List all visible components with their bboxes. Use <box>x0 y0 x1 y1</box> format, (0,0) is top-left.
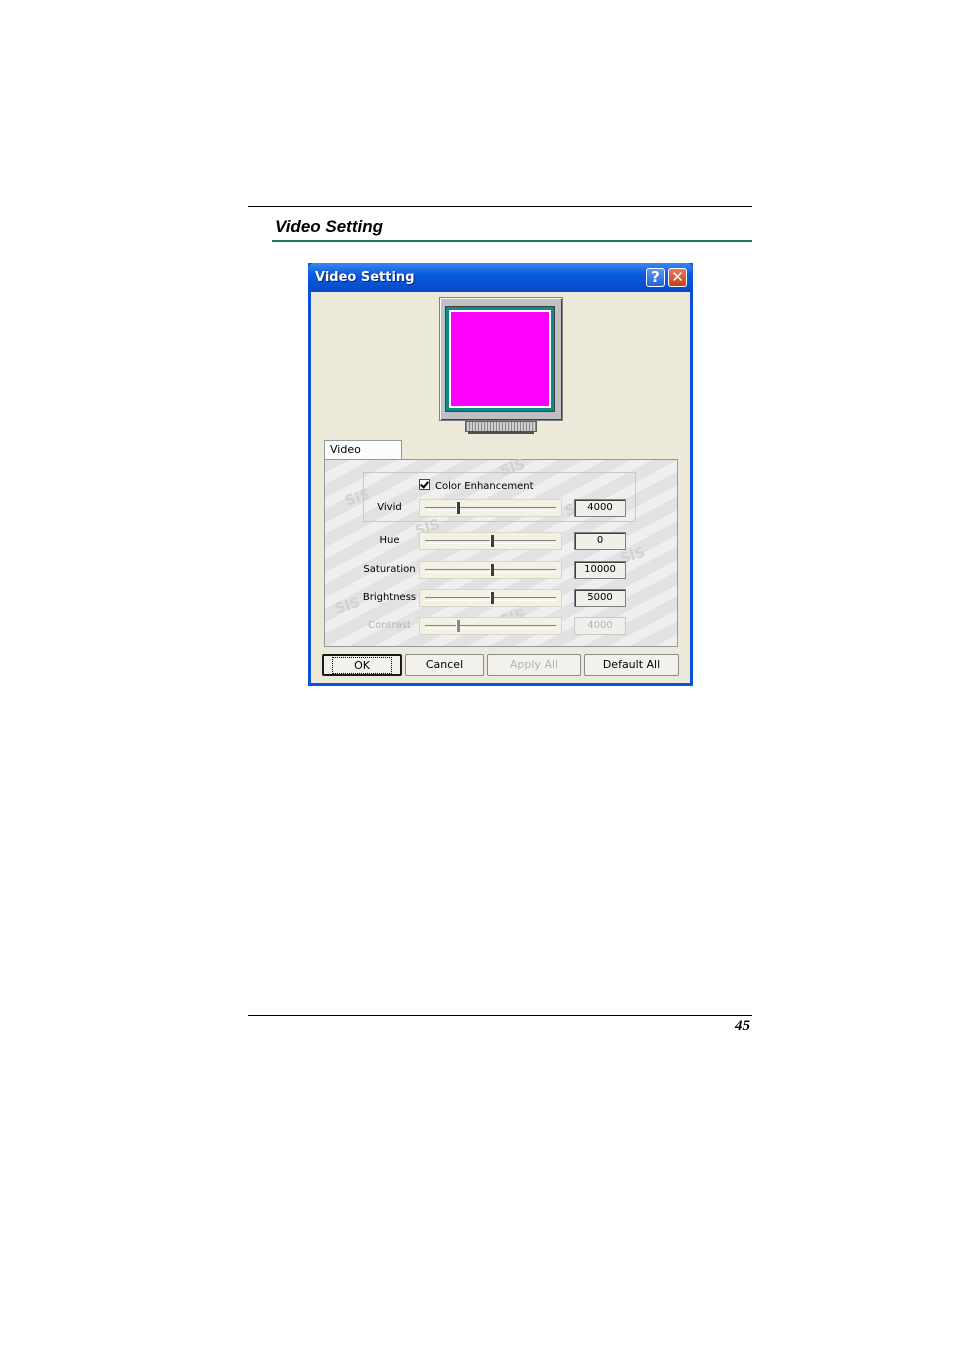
tab-video-controls[interactable]: Video Controls <box>324 440 402 474</box>
bottom-rule <box>248 1015 752 1016</box>
ok-button[interactable]: OK <box>322 654 402 676</box>
contrast-value-field: 4000 <box>574 617 626 635</box>
section-title: Video Setting <box>275 217 383 236</box>
title-underline <box>272 240 752 242</box>
monitor-preview-icon <box>439 297 563 421</box>
slider-thumb[interactable] <box>489 564 494 576</box>
video-setting-dialog: Video Setting ? ✕ Video Controls SIS SIS… <box>308 263 693 686</box>
slider-track <box>425 625 556 629</box>
vivid-value-field[interactable]: 4000 <box>574 499 626 517</box>
brightness-value-field[interactable]: 5000 <box>574 589 626 607</box>
preview-screen <box>451 312 549 406</box>
hue-value-field[interactable]: 0 <box>574 532 626 550</box>
color-enhancement-label: Color Enhancement <box>435 481 534 492</box>
dialog-client-area: Video Controls SIS SIS SIS SIS SIS SIS S… <box>311 292 690 683</box>
monitor-base <box>468 431 534 434</box>
slider-thumb[interactable] <box>456 502 461 514</box>
close-icon[interactable]: ✕ <box>668 268 687 287</box>
cancel-button[interactable]: Cancel <box>405 654 484 676</box>
color-enhancement-checkbox[interactable]: Color Enhancement <box>419 479 534 492</box>
slider-track <box>425 507 556 511</box>
hue-slider[interactable] <box>419 532 562 550</box>
apply-all-button[interactable]: Apply All <box>487 654 581 676</box>
slider-thumb <box>456 620 461 632</box>
vivid-slider[interactable] <box>419 499 562 517</box>
title-bar[interactable]: Video Setting ? ✕ <box>308 263 693 292</box>
page-number: 45 <box>735 1018 750 1034</box>
ok-button-label: OK <box>332 657 392 674</box>
dialog-title: Video Setting <box>315 270 415 285</box>
video-controls-panel: SIS SIS SIS SIS SIS SIS SIS Color Enhanc… <box>324 456 678 647</box>
brightness-slider[interactable] <box>419 589 562 607</box>
monitor-screen-frame <box>445 306 555 412</box>
saturation-slider[interactable] <box>419 561 562 579</box>
slider-thumb[interactable] <box>489 535 494 547</box>
help-icon[interactable]: ? <box>646 268 665 287</box>
top-rule <box>248 206 752 207</box>
slider-thumb[interactable] <box>489 592 494 604</box>
default-all-button[interactable]: Default All <box>584 654 679 676</box>
contrast-slider <box>419 617 562 635</box>
checkbox-checked-icon[interactable] <box>419 479 430 490</box>
saturation-value-field[interactable]: 10000 <box>574 561 626 579</box>
